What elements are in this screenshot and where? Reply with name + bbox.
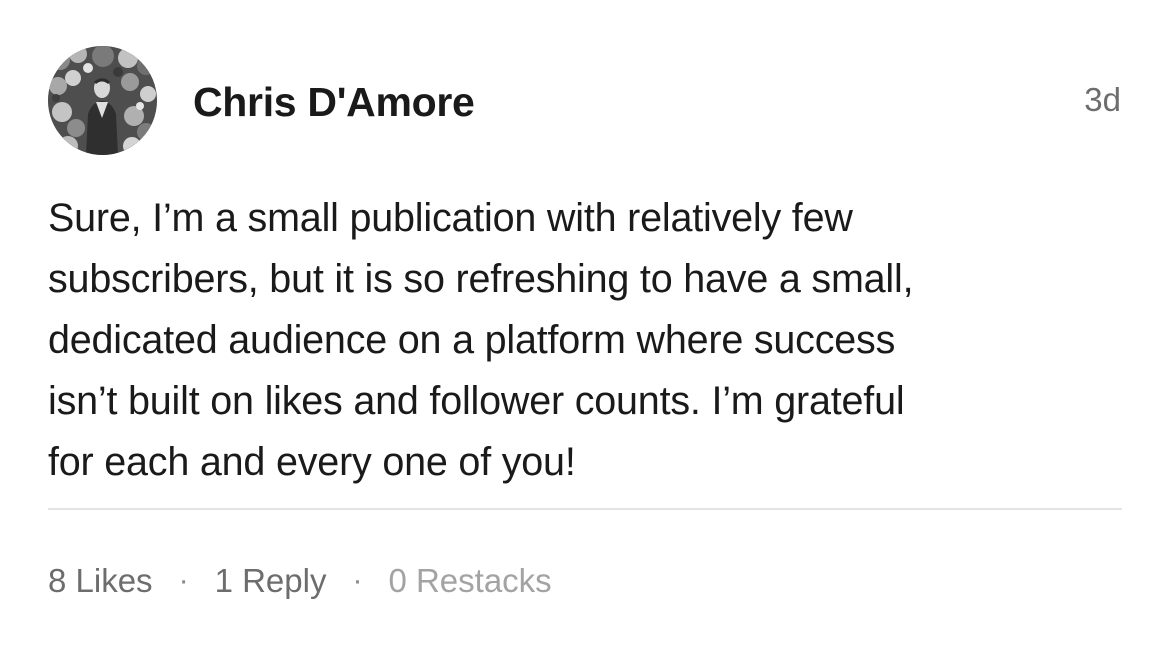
separator-dot: · bbox=[352, 564, 363, 597]
likes-count-button[interactable]: 8 Likes bbox=[48, 562, 153, 600]
note-card: Chris D'Amore 3d Sure, I’m a small publi… bbox=[0, 0, 1170, 647]
note-body: Sure, I’m a small publication with relat… bbox=[48, 196, 914, 484]
avatar[interactable] bbox=[48, 46, 157, 155]
restacks-count-button[interactable]: 0 Restacks bbox=[388, 562, 551, 600]
avatar-photo-icon bbox=[48, 46, 157, 155]
author-name[interactable]: Chris D'Amore bbox=[193, 78, 475, 126]
replies-count-button[interactable]: 1 Reply bbox=[215, 562, 327, 600]
separator-dot: · bbox=[178, 564, 189, 597]
note-stats: 8 Likes · 1 Reply · 0 Restacks bbox=[48, 557, 552, 605]
divider bbox=[48, 508, 1122, 510]
timestamp[interactable]: 3d bbox=[1084, 80, 1121, 120]
